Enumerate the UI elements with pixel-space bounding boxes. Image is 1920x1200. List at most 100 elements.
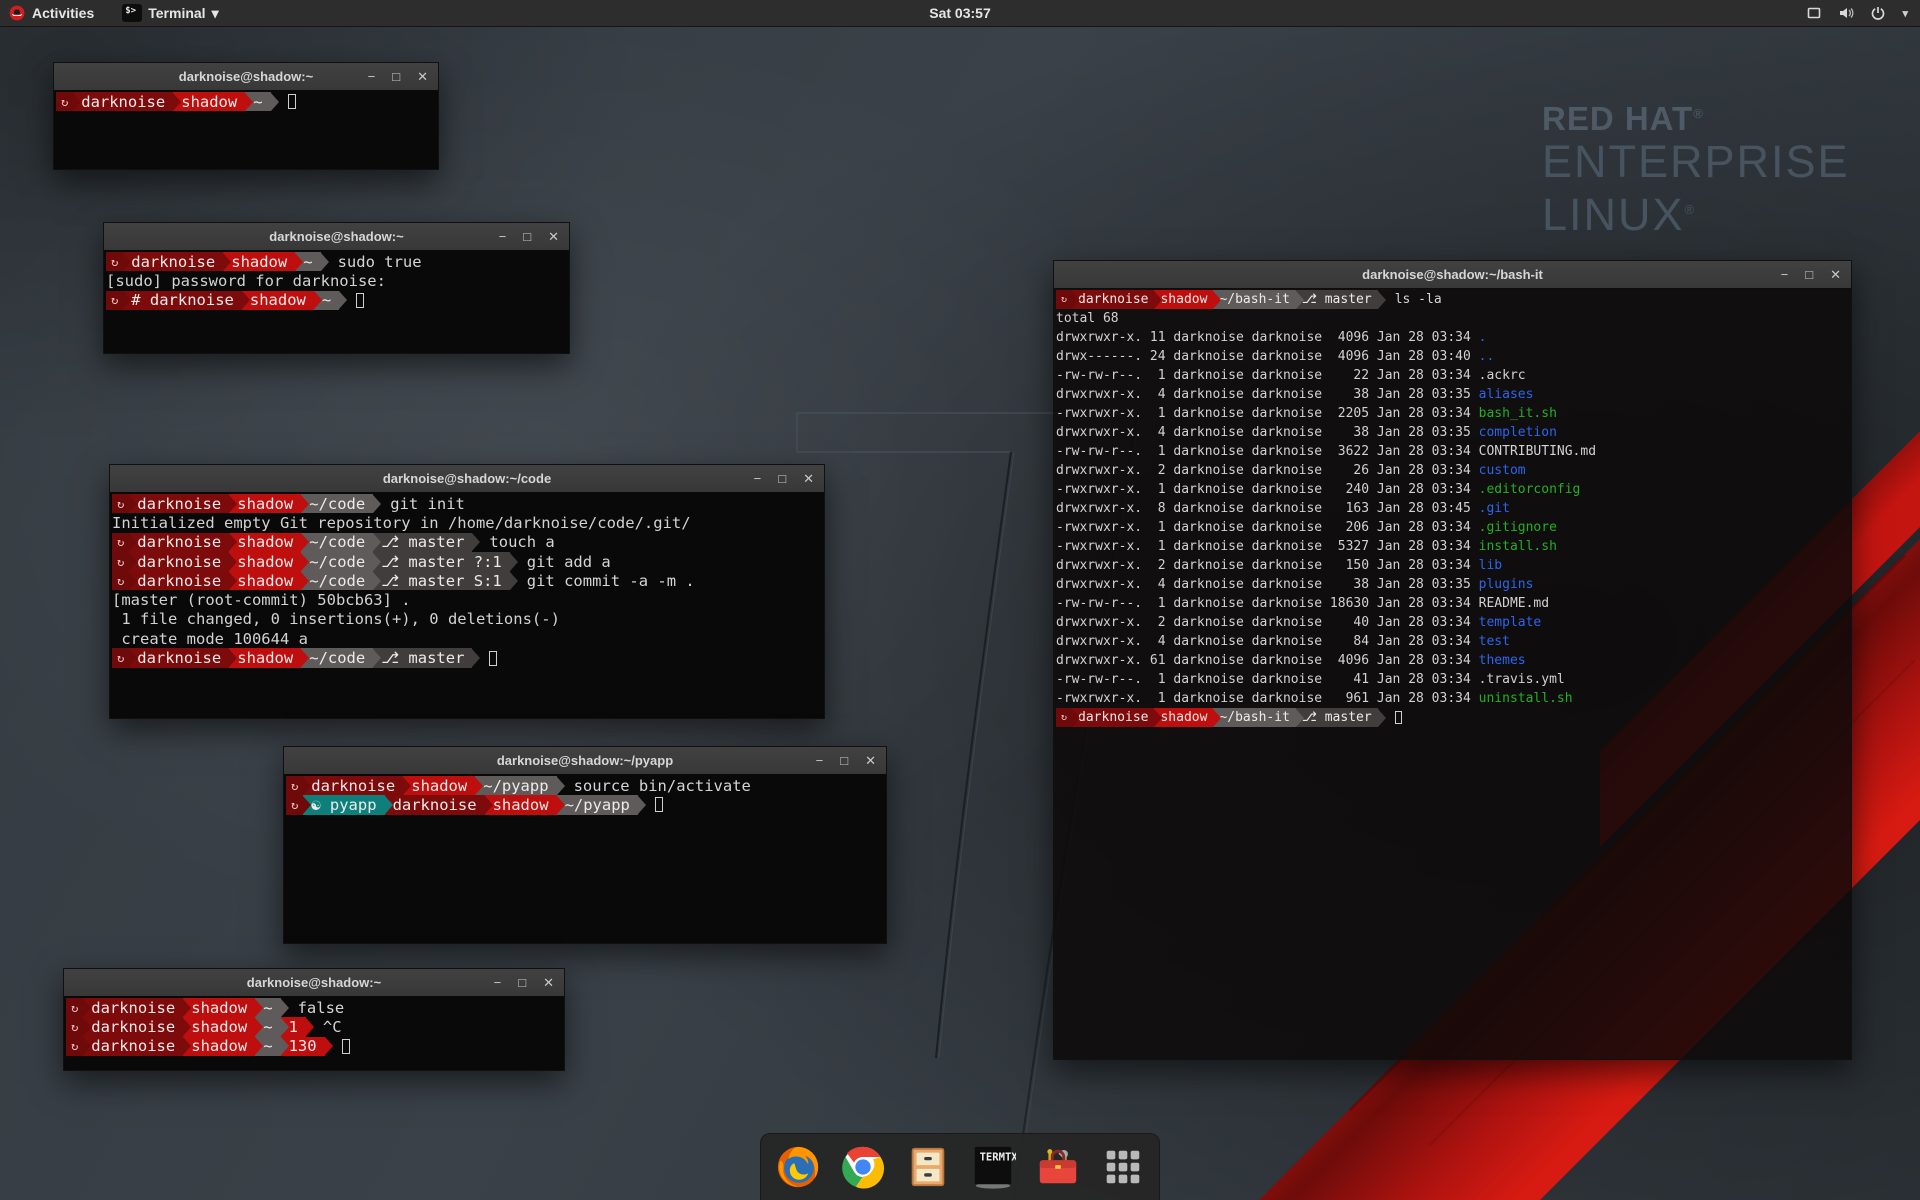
prompt-host-segment: shadow — [403, 776, 475, 795]
dock-launcher-toolbox[interactable] — [1035, 1144, 1081, 1190]
terminal-content[interactable]: ↻darknoiseshadow~ — [54, 90, 438, 169]
window-titlebar[interactable]: darknoise@shadow:~ −□✕ — [54, 63, 438, 91]
window-titlebar[interactable]: darknoise@shadow:~/code −□✕ — [110, 465, 824, 493]
window-title: darknoise@shadow:~/pyapp — [497, 753, 673, 768]
prompt-host-segment: shadow — [242, 291, 314, 310]
close-button[interactable]: ✕ — [1830, 268, 1841, 281]
powerline-separator — [314, 291, 322, 309]
terminal-window-exit-codes[interactable]: darknoise@shadow:~ − □ ✕ ↻darknoiseshadow~… — [63, 968, 565, 1071]
toolbox-icon — [1035, 1144, 1081, 1190]
powerline-separator — [123, 291, 131, 309]
terminal-window-pyapp[interactable]: darknoise@shadow:~/pyapp − □ ✕ ↻darknoises… — [283, 746, 887, 944]
minimize-button[interactable]: − — [816, 754, 824, 767]
output-text: drwxrwxr-x. 2 darknoise darknoise 40 Jan… — [1056, 615, 1479, 630]
maximize-button[interactable]: □ — [523, 230, 531, 243]
volume-icon[interactable] — [1838, 5, 1854, 21]
close-button[interactable]: ✕ — [803, 472, 814, 485]
maximize-button[interactable]: □ — [778, 472, 786, 485]
maximize-button[interactable]: □ — [1805, 268, 1813, 281]
output-text: -rwxrwxr-x. 1 darknoise darknoise 240 Ja… — [1056, 482, 1479, 497]
powerline-separator — [245, 93, 253, 111]
prompt-arrow-cap — [510, 572, 518, 590]
window-icon[interactable] — [1806, 5, 1822, 21]
command-text: git init — [390, 495, 465, 513]
window-titlebar[interactable]: darknoise@shadow:~/bash-it −□✕ — [1054, 261, 1851, 289]
prompt-path-segment: ~/code — [301, 571, 373, 590]
powerline-separator — [303, 777, 311, 795]
activities-label: Activities — [32, 5, 94, 21]
powerline-separator — [485, 796, 493, 814]
minimize-button[interactable]: − — [494, 976, 502, 989]
powerline-separator — [1154, 291, 1162, 309]
app-menu-terminal[interactable]: $> Terminal ▾ — [116, 0, 224, 26]
prompt-distro-icon: ↻ — [112, 533, 129, 552]
window-title: darknoise@shadow:~ — [247, 975, 381, 990]
dock-launcher-firefox[interactable] — [775, 1144, 821, 1190]
power-icon[interactable] — [1870, 5, 1886, 21]
prompt-path-segment: ~/pyapp — [475, 776, 556, 795]
prompt-path-segment: ~/pyapp — [557, 795, 638, 814]
brand-line-enterprise: ENTERPRISE — [1542, 138, 1850, 186]
file-name: .travis.yml — [1479, 672, 1565, 687]
directory-name: plugins — [1479, 577, 1534, 592]
terminal-icon: TERMTXTgt; — [970, 1144, 1016, 1190]
output-text: [master (root-commit) 50bcb63] . — [112, 591, 411, 609]
minimize-button[interactable]: − — [754, 472, 762, 485]
files-icon — [905, 1144, 951, 1190]
prompt-arrow-cap — [472, 649, 480, 667]
prompt-distro-icon: ↻ — [66, 998, 83, 1017]
minimize-button[interactable]: − — [368, 70, 376, 83]
prompt-distro-icon: ↻ — [112, 571, 129, 590]
terminal-content[interactable]: ↻darknoiseshadow~sudo true[sudo] passwor… — [104, 250, 569, 353]
minimize-button[interactable]: − — [499, 230, 507, 243]
maximize-button[interactable]: □ — [840, 754, 848, 767]
powerline-separator — [223, 253, 231, 271]
maximize-button[interactable]: □ — [518, 976, 526, 989]
terminal-window-home-small[interactable]: darknoise@shadow:~ −□✕ ↻darknoiseshadow~ — [53, 62, 439, 170]
prompt-distro-icon: ↻ — [1056, 708, 1072, 727]
terminal-line: ↻darknoiseshadow~/bash-it⎇ master — [1056, 708, 1851, 727]
window-titlebar[interactable]: darknoise@shadow:~/pyapp − □ ✕ — [284, 747, 886, 775]
terminal-content[interactable]: ↻darknoiseshadow~/codegit initInitialize… — [110, 492, 824, 718]
powerline-separator — [129, 553, 137, 571]
close-button[interactable]: ✕ — [548, 230, 559, 243]
directory-name: .. — [1479, 349, 1495, 364]
prompt-arrow-cap — [510, 553, 518, 571]
dock-launcher-chrome[interactable] — [840, 1144, 886, 1190]
output-text: drwxrwxr-x. 2 darknoise darknoise 150 Ja… — [1056, 558, 1479, 573]
window-titlebar[interactable]: darknoise@shadow:~ −□✕ — [104, 223, 569, 251]
close-button[interactable]: ✕ — [543, 976, 554, 989]
close-button[interactable]: ✕ — [865, 754, 876, 767]
maximize-button[interactable]: □ — [392, 70, 400, 83]
dock-launcher-app-grid[interactable] — [1100, 1144, 1146, 1190]
terminal-line: ↻darknoiseshadow~ — [56, 92, 438, 111]
prompt-host-segment: shadow — [229, 571, 301, 590]
prompt-path-segment: ~/bash-it — [1213, 290, 1295, 309]
chevron-down-icon[interactable]: ▾ — [1902, 7, 1908, 20]
prompt-venv-segment: ☯ pyapp — [303, 795, 384, 814]
terminal-line: drwxrwxr-x. 4 darknoise darknoise 38 Jan… — [1056, 423, 1851, 442]
terminal-content[interactable]: ↻darknoiseshadow~/pyappsource bin/activa… — [284, 774, 886, 943]
prompt-user-segment: darknoise — [123, 252, 223, 271]
terminal-window-sudo[interactable]: darknoise@shadow:~ −□✕ ↻darknoiseshadow~… — [103, 222, 570, 354]
dock-launcher-terminal[interactable]: TERMTXTgt; — [970, 1144, 1016, 1190]
powerline-separator — [1213, 291, 1221, 309]
close-button[interactable]: ✕ — [417, 70, 428, 83]
terminal-window-code[interactable]: darknoise@shadow:~/code −□✕ ↻darknoisesh… — [109, 464, 825, 719]
dock-launcher-files[interactable] — [905, 1144, 951, 1190]
terminal-content[interactable]: ↻darknoiseshadow~false↻darknoiseshadow~1… — [64, 996, 564, 1070]
powerline-separator — [129, 572, 137, 590]
window-titlebar[interactable]: darknoise@shadow:~ − □ ✕ — [64, 969, 564, 997]
terminal-content[interactable]: ↻darknoiseshadow~/bash-it⎇ masterls -lat… — [1054, 288, 1851, 1059]
prompt-user-segment: darknoise — [83, 1037, 183, 1056]
minimize-button[interactable]: − — [1781, 268, 1789, 281]
terminal-line: ↻darknoiseshadow~/code⎇ master S:1git co… — [112, 571, 824, 590]
prompt-user-segment: darknoise — [129, 533, 229, 552]
executable-name: .editorconfig — [1479, 482, 1581, 497]
activities-button[interactable]: Activities — [0, 5, 94, 21]
brand-line-linux: LINUX® — [1542, 186, 1850, 239]
output-text: [sudo] password for darknoise: — [106, 272, 386, 290]
clock[interactable]: Sat 03:57 — [929, 5, 990, 21]
terminal-window-bash-it[interactable]: darknoise@shadow:~/bash-it −□✕ ↻darknois… — [1053, 260, 1852, 1060]
prompt-user-segment: darknoise — [83, 998, 183, 1017]
